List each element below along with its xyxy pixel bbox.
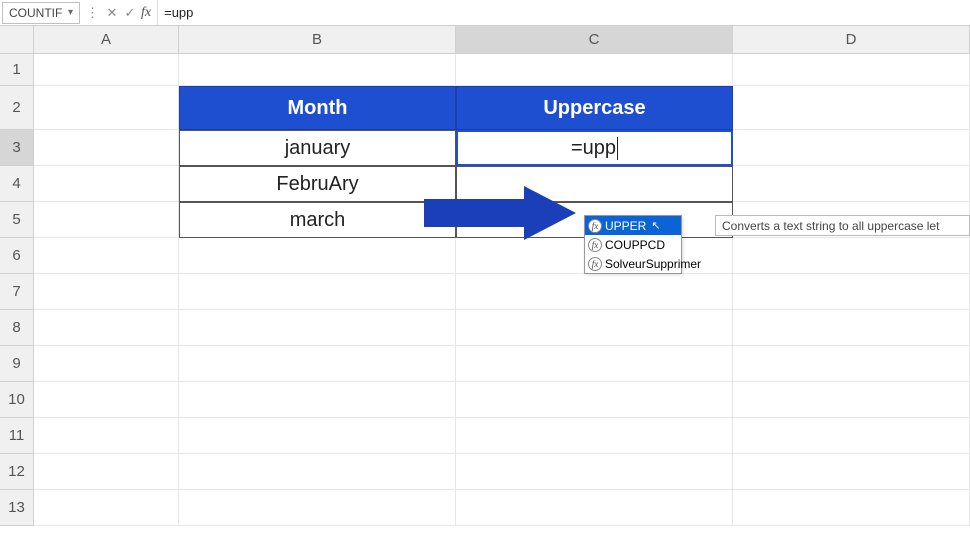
- row-header-1[interactable]: 1: [0, 54, 34, 86]
- cell-D12[interactable]: [733, 454, 970, 490]
- autocomplete-tooltip-text: Converts a text string to all uppercase …: [722, 219, 939, 233]
- cell-B7[interactable]: [179, 274, 456, 310]
- cell-C11[interactable]: [456, 418, 733, 454]
- cell-C3[interactable]: =upp: [456, 130, 733, 166]
- autocomplete-item-label: UPPER: [605, 219, 646, 233]
- autocomplete-item-solveursupprimer[interactable]: fxSolveurSupprimer: [585, 254, 681, 273]
- cell-D10[interactable]: [733, 382, 970, 418]
- autocomplete-item-couppcd[interactable]: fxCOUPPCD: [585, 235, 681, 254]
- row-header-5[interactable]: 5: [0, 202, 34, 238]
- cell-C12[interactable]: [456, 454, 733, 490]
- row-header-10[interactable]: 10: [0, 382, 34, 418]
- cell-D1[interactable]: [733, 54, 970, 86]
- cell-D8[interactable]: [733, 310, 970, 346]
- cell-C4[interactable]: [456, 166, 733, 202]
- cell-B13[interactable]: [179, 490, 456, 526]
- row-headers: 12345678910111213: [0, 54, 34, 526]
- cell-A11[interactable]: [34, 418, 179, 454]
- name-box-value: COUNTIF: [9, 6, 62, 20]
- autocomplete-item-label: COUPPCD: [605, 238, 665, 252]
- cell-B8[interactable]: [179, 310, 456, 346]
- autocomplete-tooltip: Converts a text string to all uppercase …: [715, 215, 970, 236]
- column-header-B[interactable]: B: [179, 26, 456, 54]
- chevron-down-icon[interactable]: ▾: [68, 7, 73, 18]
- cell-C8[interactable]: [456, 310, 733, 346]
- cell-A8[interactable]: [34, 310, 179, 346]
- autocomplete-item-label: SolveurSupprimer: [605, 257, 701, 271]
- cell-A7[interactable]: [34, 274, 179, 310]
- cell-A10[interactable]: [34, 382, 179, 418]
- cell-A3[interactable]: [34, 130, 179, 166]
- row-header-4[interactable]: 4: [0, 166, 34, 202]
- column-header-D[interactable]: D: [733, 26, 970, 54]
- cell-B1[interactable]: [179, 54, 456, 86]
- autocomplete-item-upper[interactable]: fxUPPER ↖: [585, 216, 681, 235]
- cell-D6[interactable]: [733, 238, 970, 274]
- cell-C10[interactable]: [456, 382, 733, 418]
- formula-autocomplete-dropdown[interactable]: fxUPPER↖fxCOUPPCDfxSolveurSupprimer: [584, 215, 682, 274]
- fx-icon: fx: [588, 257, 602, 271]
- spreadsheet-grid: ABCD 12345678910111213 MonthUppercasejan…: [0, 26, 970, 546]
- cell-D4[interactable]: [733, 166, 970, 202]
- cell-B2[interactable]: Month: [179, 86, 456, 130]
- fx-icon: fx: [588, 219, 602, 233]
- name-box[interactable]: COUNTIF ▾: [2, 2, 80, 24]
- cell-A12[interactable]: [34, 454, 179, 490]
- confirm-formula-button[interactable]: ✓: [121, 5, 139, 21]
- cell-D3[interactable]: [733, 130, 970, 166]
- row-header-3[interactable]: 3: [0, 130, 34, 166]
- formula-input[interactable]: =upp: [157, 0, 970, 25]
- fx-icon: fx: [588, 238, 602, 252]
- cell-C1[interactable]: [456, 54, 733, 86]
- separator-icon: ⋮: [82, 5, 103, 21]
- cell-B3[interactable]: january: [179, 130, 456, 166]
- cancel-formula-button[interactable]: ✕: [103, 5, 121, 21]
- cell-D9[interactable]: [733, 346, 970, 382]
- column-headers: ABCD: [34, 26, 970, 54]
- cell-C2[interactable]: Uppercase: [456, 86, 733, 130]
- row-header-11[interactable]: 11: [0, 418, 34, 454]
- cell-A1[interactable]: [34, 54, 179, 86]
- cell-A6[interactable]: [34, 238, 179, 274]
- formula-input-value: =upp: [164, 5, 193, 20]
- cell-B11[interactable]: [179, 418, 456, 454]
- fx-icon[interactable]: fx: [139, 5, 157, 21]
- column-header-A[interactable]: A: [34, 26, 179, 54]
- row-header-13[interactable]: 13: [0, 490, 34, 526]
- cell-A5[interactable]: [34, 202, 179, 238]
- row-header-12[interactable]: 12: [0, 454, 34, 490]
- row-header-6[interactable]: 6: [0, 238, 34, 274]
- row-header-9[interactable]: 9: [0, 346, 34, 382]
- cell-B9[interactable]: [179, 346, 456, 382]
- cursor-icon: ↖: [651, 219, 660, 232]
- cell-A9[interactable]: [34, 346, 179, 382]
- cell-C13[interactable]: [456, 490, 733, 526]
- row-header-8[interactable]: 8: [0, 310, 34, 346]
- cell-B10[interactable]: [179, 382, 456, 418]
- cell-A13[interactable]: [34, 490, 179, 526]
- cell-A4[interactable]: [34, 166, 179, 202]
- cell-B4[interactable]: FebruAry: [179, 166, 456, 202]
- cell-B5[interactable]: march: [179, 202, 456, 238]
- cell-D11[interactable]: [733, 418, 970, 454]
- row-header-7[interactable]: 7: [0, 274, 34, 310]
- row-header-2[interactable]: 2: [0, 86, 34, 130]
- cell-D2[interactable]: [733, 86, 970, 130]
- cell-B6[interactable]: [179, 238, 456, 274]
- cell-A2[interactable]: [34, 86, 179, 130]
- cells-area: MonthUppercasejanuary=uppFebruArymarch: [34, 54, 970, 526]
- cell-C7[interactable]: [456, 274, 733, 310]
- formula-bar: COUNTIF ▾ ⋮ ✕ ✓ fx =upp: [0, 0, 970, 26]
- cell-B12[interactable]: [179, 454, 456, 490]
- cell-D7[interactable]: [733, 274, 970, 310]
- select-all-corner[interactable]: [0, 26, 34, 54]
- column-header-C[interactable]: C: [456, 26, 733, 54]
- cell-C9[interactable]: [456, 346, 733, 382]
- cell-D13[interactable]: [733, 490, 970, 526]
